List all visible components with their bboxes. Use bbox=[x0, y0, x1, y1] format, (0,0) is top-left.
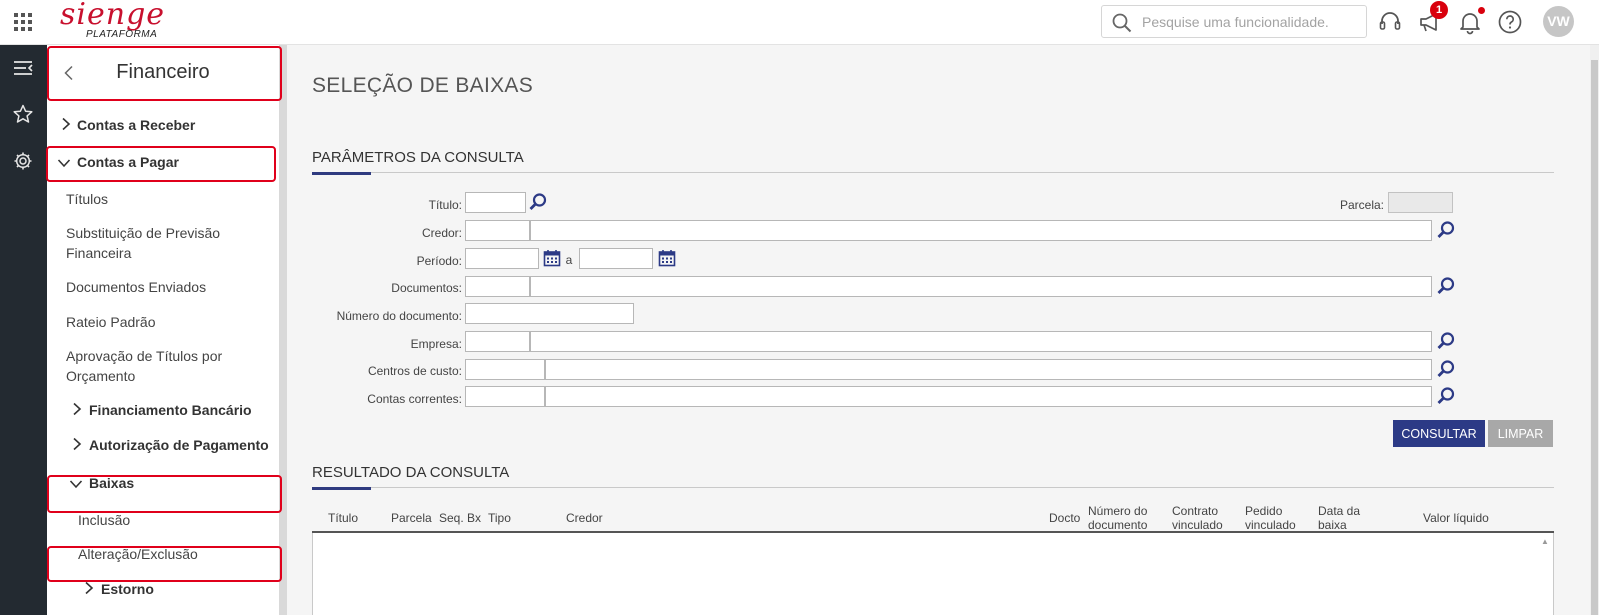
menu-item-rateio-padrao[interactable]: Rateio Padrão bbox=[66, 314, 156, 330]
contas-correntes-name-field[interactable] bbox=[545, 386, 1432, 407]
results-grid[interactable] bbox=[312, 533, 1554, 615]
col-header-data-baixa[interactable]: Data da baixa bbox=[1318, 504, 1368, 532]
calendar-icon[interactable] bbox=[658, 249, 676, 267]
apps-grid-icon[interactable] bbox=[14, 13, 32, 31]
result-section-title: RESULTADO DA CONSULTA bbox=[312, 464, 510, 481]
logo-subtitle: PLATAFORMA bbox=[86, 29, 158, 40]
feature-search[interactable] bbox=[1101, 5, 1367, 38]
highlight-box bbox=[47, 546, 282, 582]
logo-wordmark: sienge bbox=[60, 0, 166, 32]
col-header-seq-bx[interactable]: Seq. Bx bbox=[439, 511, 481, 525]
notification-badge: 1 bbox=[1430, 1, 1448, 19]
highlight-box bbox=[46, 146, 276, 182]
titulo-field[interactable] bbox=[465, 192, 526, 213]
menu-item-documentos-enviados[interactable]: Documentos Enviados bbox=[66, 279, 206, 295]
search-input[interactable] bbox=[1142, 12, 1360, 32]
highlight-box bbox=[47, 46, 282, 101]
col-header-titulo[interactable]: Título bbox=[328, 511, 358, 525]
documentos-name-field[interactable] bbox=[530, 276, 1432, 297]
menu-item-estorno[interactable]: Estorno bbox=[101, 581, 154, 597]
menu-item-contas-receber[interactable]: Contas a Receber bbox=[77, 117, 195, 133]
section-accent bbox=[312, 487, 371, 490]
section-divider bbox=[312, 487, 1554, 488]
alert-dot bbox=[1478, 7, 1485, 14]
numero-documento-label: Número do documento: bbox=[336, 309, 462, 323]
star-icon[interactable] bbox=[12, 103, 34, 125]
menu-item-autorizacao[interactable]: Autorização de Pagamento bbox=[89, 437, 269, 453]
highlight-box bbox=[47, 475, 282, 513]
credor-lookup-icon[interactable] bbox=[1436, 220, 1456, 240]
main-scrollbar-thumb[interactable] bbox=[1591, 60, 1598, 615]
search-icon bbox=[1112, 13, 1132, 33]
credor-name-field[interactable] bbox=[530, 220, 1432, 241]
parcela-field bbox=[1388, 192, 1453, 213]
sidebar-scrollbar[interactable] bbox=[279, 45, 287, 615]
contas-correntes-label: Contas correntes: bbox=[367, 392, 462, 406]
credor-code-field[interactable] bbox=[465, 220, 530, 241]
empresa-lookup-icon[interactable] bbox=[1436, 331, 1456, 351]
periodo-end-field[interactable] bbox=[579, 248, 653, 269]
titulo-lookup-icon[interactable] bbox=[528, 192, 548, 212]
centros-custo-code-field[interactable] bbox=[465, 359, 545, 380]
headset-icon[interactable] bbox=[1377, 9, 1403, 35]
col-header-credor[interactable]: Credor bbox=[566, 511, 603, 525]
credor-label: Credor: bbox=[421, 226, 462, 240]
menu-item-inclusao[interactable]: Inclusão bbox=[78, 512, 130, 528]
titulo-label: Título: bbox=[428, 198, 462, 212]
centros-custo-label: Centros de custo: bbox=[367, 364, 462, 378]
menu-item-financiamento[interactable]: Financiamento Bancário bbox=[89, 402, 252, 418]
main-scrollbar[interactable] bbox=[1590, 45, 1599, 615]
grid-scroll-up-icon[interactable]: ▲ bbox=[1541, 537, 1549, 546]
empresa-label: Empresa: bbox=[410, 337, 462, 351]
left-rail bbox=[0, 45, 47, 615]
financeiro-menu: Financeiro Contas a Receber Contas a Pag… bbox=[47, 45, 279, 615]
periodo-start-field[interactable] bbox=[465, 248, 539, 269]
menu-item-substituicao[interactable]: Substituição de Previsão Financeira bbox=[66, 223, 246, 263]
col-header-parcela[interactable]: Parcela bbox=[391, 511, 432, 525]
centros-custo-name-field[interactable] bbox=[545, 359, 1432, 380]
periodo-label: Período: bbox=[416, 254, 462, 268]
col-header-tipo[interactable]: Tipo bbox=[488, 511, 511, 525]
page-title: SELEÇÃO DE BAIXAS bbox=[312, 74, 534, 97]
documentos-code-field[interactable] bbox=[465, 276, 530, 297]
contas-correntes-lookup-icon[interactable] bbox=[1436, 386, 1456, 406]
col-header-numero-documento[interactable]: Número do documento bbox=[1088, 504, 1158, 532]
numero-documento-field[interactable] bbox=[465, 303, 634, 324]
menu-collapse-icon[interactable] bbox=[12, 57, 34, 79]
menu-item-titulos[interactable]: Títulos bbox=[66, 191, 108, 207]
empresa-name-field[interactable] bbox=[530, 331, 1432, 352]
documentos-label: Documentos: bbox=[391, 281, 462, 295]
help-icon[interactable] bbox=[1497, 9, 1523, 35]
sienge-logo[interactable]: sienge PLATAFORMA bbox=[58, 0, 168, 44]
documentos-lookup-icon[interactable] bbox=[1436, 276, 1456, 296]
periodo-separator: a bbox=[565, 253, 573, 267]
section-divider bbox=[312, 172, 1554, 173]
chevron-right-icon bbox=[73, 402, 82, 416]
col-header-docto[interactable]: Docto bbox=[1049, 511, 1080, 525]
top-bar: sienge PLATAFORMA 1 VW bbox=[0, 0, 1599, 45]
limpar-button[interactable]: LIMPAR bbox=[1488, 420, 1553, 447]
col-header-valor-liquido[interactable]: Valor líquido bbox=[1423, 511, 1489, 525]
chevron-right-icon bbox=[62, 117, 71, 131]
empresa-code-field[interactable] bbox=[465, 331, 530, 352]
centros-custo-lookup-icon[interactable] bbox=[1436, 359, 1456, 379]
menu-item-aprovacao[interactable]: Aprovação de Títulos por Orçamento bbox=[66, 346, 246, 386]
chevron-right-icon bbox=[73, 437, 82, 451]
col-header-contrato[interactable]: Contrato vinculado bbox=[1172, 504, 1232, 532]
section-accent bbox=[312, 172, 371, 175]
params-section-title: PARÂMETROS DA CONSULTA bbox=[312, 149, 524, 166]
col-header-pedido[interactable]: Pedido vinculado bbox=[1245, 504, 1305, 532]
parcela-label: Parcela: bbox=[1339, 198, 1384, 212]
gear-icon[interactable] bbox=[12, 150, 34, 172]
chevron-right-icon bbox=[85, 581, 94, 595]
user-avatar[interactable]: VW bbox=[1543, 6, 1574, 37]
consultar-button[interactable]: CONSULTAR bbox=[1393, 420, 1485, 447]
calendar-icon[interactable] bbox=[543, 249, 561, 267]
contas-correntes-code-field[interactable] bbox=[465, 386, 545, 407]
